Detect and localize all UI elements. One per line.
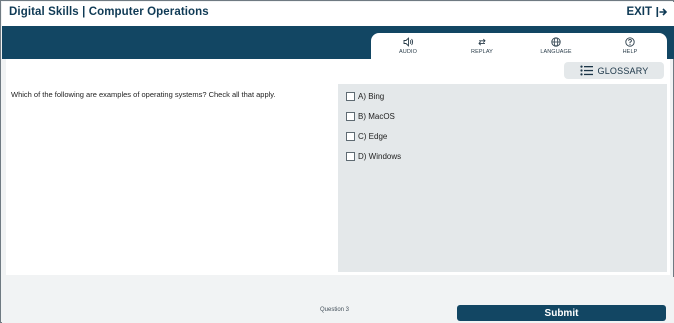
exit-arrow-icon: [656, 7, 668, 17]
glossary-label: GLOSSARY: [597, 65, 649, 76]
audio-button[interactable]: AUDIO: [371, 33, 445, 59]
language-button[interactable]: LANGUAGE: [519, 33, 593, 59]
option-d-checkbox[interactable]: [346, 152, 355, 161]
replay-button[interactable]: REPLAY: [445, 33, 519, 59]
option-b-label: B) MacOS: [358, 112, 395, 121]
exit-label: EXIT: [626, 6, 652, 18]
submit-button[interactable]: Submit: [457, 305, 666, 321]
option-a-label: A) Bing: [358, 92, 385, 101]
language-label: LANGUAGE: [540, 49, 572, 55]
footer-bar: Question 3 Submit: [2, 277, 674, 323]
answers-panel: A) Bing B) MacOS C) Edge D) Windows: [338, 84, 667, 272]
replay-icon: [478, 38, 486, 46]
replay-label: REPLAY: [471, 49, 493, 55]
globe-icon: [551, 37, 561, 47]
question-number: Question 3: [320, 307, 350, 313]
help-icon: [625, 37, 635, 47]
app-frame: Digital Skills | Computer Operations EXI…: [0, 0, 674, 323]
help-button[interactable]: HELP: [593, 33, 667, 59]
toolbar: AUDIO REPLAY LANGUAGE HELP: [371, 33, 667, 59]
option-c-label: C) Edge: [358, 132, 388, 141]
question-text: Which of the following are examples of o…: [11, 90, 276, 99]
speaker-icon: [403, 37, 413, 47]
option-c-checkbox[interactable]: [346, 132, 355, 141]
exit-button[interactable]: EXIT: [626, 6, 668, 18]
top-bar: Digital Skills | Computer Operations EXI…: [2, 2, 674, 26]
app-title: Digital Skills | Computer Operations: [9, 6, 209, 18]
audio-label: AUDIO: [399, 49, 417, 55]
option-c[interactable]: C) Edge: [346, 132, 387, 141]
option-a-checkbox[interactable]: [346, 92, 355, 101]
option-b[interactable]: B) MacOS: [346, 112, 395, 121]
option-d[interactable]: D) Windows: [346, 152, 401, 161]
glossary-button[interactable]: GLOSSARY: [564, 62, 664, 79]
help-label: HELP: [622, 49, 638, 55]
list-icon: [579, 65, 593, 76]
question-content: Which of the following are examples of o…: [6, 59, 670, 275]
option-d-label: D) Windows: [358, 152, 402, 161]
option-b-checkbox[interactable]: [346, 112, 355, 121]
option-a[interactable]: A) Bing: [346, 92, 384, 101]
